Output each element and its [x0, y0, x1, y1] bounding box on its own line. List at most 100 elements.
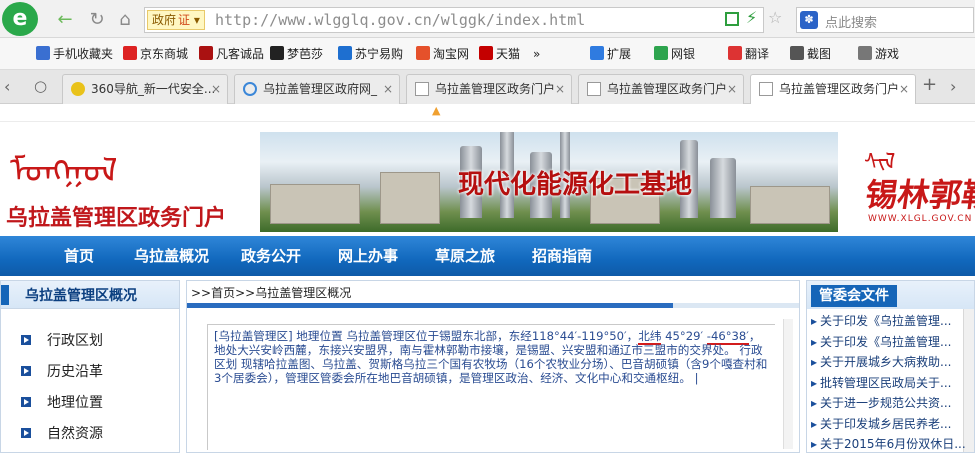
close-tab-icon[interactable]: × — [383, 75, 393, 103]
qr-code-icon[interactable] — [725, 12, 739, 26]
search-favicon-icon — [243, 82, 257, 96]
speed-mode-icon[interactable]: ⚡ — [746, 8, 757, 27]
close-tab-icon[interactable]: × — [727, 75, 737, 103]
right-sidebar-scrollbar[interactable] — [963, 309, 974, 452]
document-link-5[interactable]: 关于进一步规范公共资... — [811, 395, 951, 411]
left-menu-item-2[interactable]: 历史沿革 — [21, 361, 103, 383]
bookmark-label: 游戏 — [875, 47, 900, 61]
left-menu-label: 行政区划 — [47, 333, 103, 349]
phone-icon — [36, 46, 50, 60]
bookmark-label: 苏宁易购 — [355, 47, 404, 61]
bank-icon — [654, 46, 668, 60]
main-content: >>首页>>乌拉盖管理区概况 [乌拉盖管理区] 地理位置 乌拉盖管理区位于锡盟东… — [186, 280, 800, 453]
article-scrollbar[interactable] — [783, 319, 793, 449]
bookmark-1[interactable]: 手机收藏夹 — [36, 45, 113, 63]
home-button[interactable]: ⌂ — [114, 9, 136, 31]
site-title: 乌拉盖管理区政务门户 — [6, 205, 227, 231]
right-sidebar-title: 管委会文件 — [811, 285, 897, 307]
search-engine-icon[interactable]: ✽ — [800, 11, 818, 29]
nav-item-1[interactable]: 首页 — [64, 236, 94, 276]
favorite-star-icon[interactable]: ☆ — [768, 8, 782, 27]
left-menu-item-1[interactable]: 行政区划 — [21, 330, 103, 352]
mongolian-script-logo: ᠮᠣᠩᠭᠣᠯ — [10, 151, 118, 191]
collapse-arrow-icon[interactable]: ▲ — [432, 104, 440, 117]
notification-strip: ▲ — [0, 104, 975, 122]
document-link-2[interactable]: 关于印发《乌拉盖管理... — [811, 334, 951, 350]
bookmark-11[interactable]: 翻译 — [728, 45, 769, 63]
close-tab-icon[interactable]: × — [899, 75, 909, 103]
bookmarks-bar: 手机收藏夹 京东商城 凡客诚品 梦芭莎 苏宁易购 淘宝网 天猫 » 扩展 网银 翻译 截图 游戏 — [0, 38, 975, 70]
tab-1[interactable]: 360导航_新一代安全... × — [62, 74, 228, 104]
document-link-3[interactable]: 关于开展城乡大病救助... — [811, 354, 951, 370]
jd-icon — [123, 46, 137, 60]
tab-5[interactable]: 乌拉盖管理区政务门户 × — [750, 74, 916, 105]
tab-2[interactable]: 乌拉盖管理区政府网_ × — [234, 74, 400, 104]
bullet-arrow-icon — [21, 397, 31, 407]
bookmark-12[interactable]: 截图 — [790, 45, 831, 63]
tab-3[interactable]: 乌拉盖管理区政务门户 × — [406, 74, 572, 104]
back-button[interactable]: ← — [54, 9, 76, 31]
bookmark-label: 手机收藏夹 — [53, 47, 114, 61]
left-menu-item-3[interactable]: 地理位置 — [21, 392, 103, 414]
tab-4[interactable]: 乌拉盖管理区政务门户 × — [578, 74, 744, 104]
close-tab-icon[interactable]: × — [555, 75, 565, 103]
tab-scroll-right-icon[interactable]: › — [950, 77, 956, 96]
bookmark-6[interactable]: 淘宝网 — [416, 45, 469, 63]
bookmark-7[interactable]: 天猫 — [479, 45, 520, 63]
bullet-arrow-icon — [21, 335, 31, 345]
nav-item-3[interactable]: 政务公开 — [241, 236, 301, 276]
bookmark-3[interactable]: 凡客诚品 — [199, 45, 264, 63]
game-icon — [858, 46, 872, 60]
document-link-4[interactable]: 批转管理区民政局关于... — [811, 375, 951, 391]
document-link-7[interactable]: 关于2015年6月份双休日... — [811, 436, 966, 452]
page-icon — [587, 82, 601, 96]
bookmark-label: 截图 — [807, 47, 832, 61]
new-tab-button[interactable]: + — [922, 74, 937, 95]
search-input[interactable]: 点此搜索 — [825, 12, 877, 31]
bookmark-label: 凡客诚品 — [216, 47, 265, 61]
bookmark-5[interactable]: 苏宁易购 — [338, 45, 403, 63]
bullet-arrow-icon — [21, 428, 31, 438]
screenshot-icon — [790, 46, 804, 60]
document-link-6[interactable]: 关于印发城乡居民养老... — [811, 416, 951, 432]
bookmark-label: » — [533, 47, 541, 61]
close-tab-icon[interactable]: × — [211, 75, 221, 103]
banner-image: 现代化能源化工基地 — [260, 132, 838, 232]
bookmark-label: 京东商城 — [140, 47, 189, 61]
article-frame: [乌拉盖管理区] 地理位置 乌拉盖管理区位于锡盟东北部，东经118°44′-11… — [207, 324, 775, 450]
browser-logo-icon[interactable]: e — [2, 2, 38, 36]
address-bar[interactable]: 政府证 ▾ http://www.wlgglq.gov.cn/wlggk/ind… — [144, 7, 764, 33]
bookmark-label: 网银 — [671, 47, 696, 61]
calligraphy-logo: ᠰᠢᠯ 锡林郭勒 WWW.XLGL.GOV.CN — [863, 150, 975, 224]
left-menu-item-4[interactable]: 自然资源 — [21, 423, 103, 445]
bullet-arrow-icon — [21, 366, 31, 376]
left-sidebar-header: 乌拉盖管理区概况 — [1, 281, 179, 309]
search-box[interactable]: ✽ 点此搜索 — [796, 7, 974, 33]
main-navigation: 首页 乌拉盖概况 政务公开 网上办事 草原之旅 招商指南 — [0, 236, 975, 276]
bookmark-8[interactable]: » — [533, 45, 540, 63]
breadcrumb[interactable]: >>首页>>乌拉盖管理区概况 — [191, 284, 351, 301]
bookmark-2[interactable]: 京东商城 — [123, 45, 188, 63]
bookmark-4[interactable]: 梦芭莎 — [270, 45, 323, 63]
nav-item-4[interactable]: 网上办事 — [338, 236, 398, 276]
moonbasa-icon — [270, 46, 284, 60]
document-link-1[interactable]: 关于印发《乌拉盖管理... — [811, 313, 951, 329]
restore-page-icon[interactable]: ○ — [34, 77, 47, 95]
bookmark-9[interactable]: 扩展 — [590, 45, 631, 63]
page-icon — [759, 82, 773, 96]
bookmark-label: 梦芭莎 — [287, 47, 324, 61]
nav-item-2[interactable]: 乌拉盖概况 — [134, 236, 209, 276]
tmall-icon — [479, 46, 493, 60]
nav-item-6[interactable]: 招商指南 — [532, 236, 592, 276]
gov-cert-badge[interactable]: 政府证 ▾ — [147, 10, 205, 30]
url-text[interactable]: http://www.wlgglq.gov.cn/wlggk/index.htm… — [215, 11, 585, 29]
reload-button[interactable]: ↻ — [86, 9, 108, 31]
right-sidebar-header: 管委会文件 — [807, 281, 974, 309]
bookmark-13[interactable]: 游戏 — [858, 45, 899, 63]
page-icon — [415, 82, 429, 96]
nav-item-5[interactable]: 草原之旅 — [435, 236, 495, 276]
left-menu-label: 历史沿革 — [47, 364, 103, 380]
tab-label: 乌拉盖管理区政务门户 — [607, 82, 728, 96]
tab-scroll-left-icon[interactable]: ‹ — [4, 77, 10, 96]
bookmark-10[interactable]: 网银 — [654, 45, 695, 63]
